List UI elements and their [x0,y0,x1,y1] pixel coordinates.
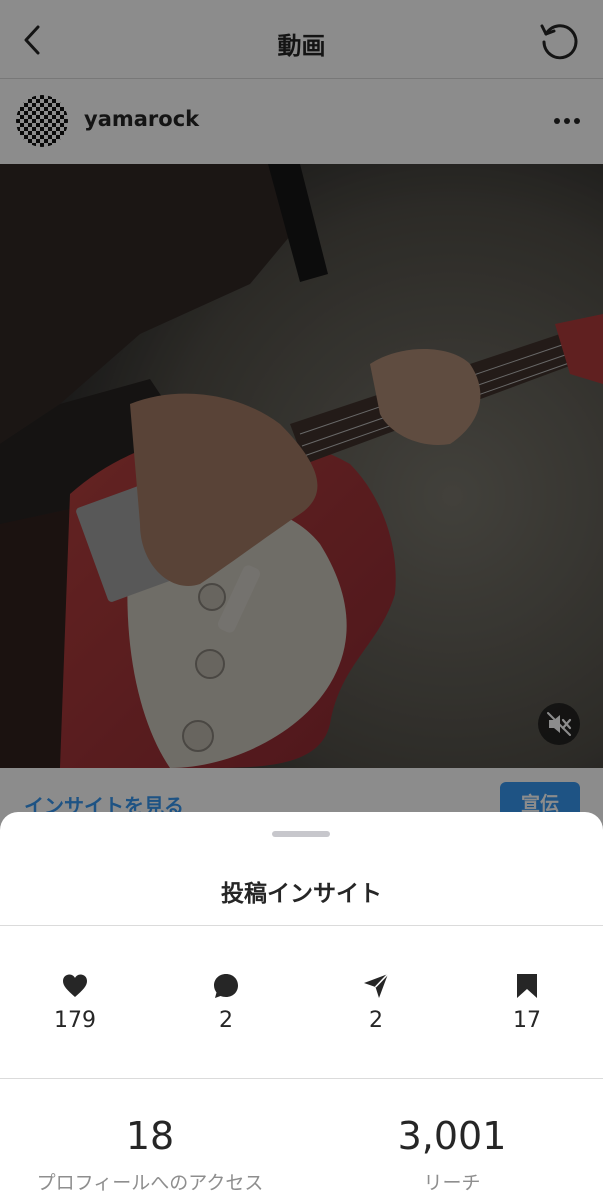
divider [0,925,603,926]
likes-count: 179 [54,1008,96,1033]
reach-value: 3,001 [397,1114,507,1158]
divider [0,1078,603,1079]
saves-count: 17 [513,1008,541,1033]
stat-comments: 2 [176,972,276,1033]
post-insights-sheet: 投稿インサイト 179 2 2 17 18 プロフィールへのアクセス 3,001… [0,812,603,1200]
sheet-title: 投稿インサイト [221,881,382,907]
bookmark-icon [517,974,537,998]
shares-count: 2 [369,1008,383,1033]
heart-icon [63,974,87,997]
reach-label: リーチ [423,1172,481,1194]
profile-visits-label: プロフィールへのアクセス [36,1172,264,1194]
paper-plane-icon [364,973,389,998]
sheet-grabber[interactable] [272,831,330,837]
stat-shares: 2 [326,972,426,1033]
stat-likes: 179 [25,972,125,1033]
stat-saves: 17 [477,972,577,1033]
metric-profile-visits: 18 プロフィールへのアクセス [0,1112,300,1195]
profile-visits-value: 18 [125,1114,175,1158]
comments-count: 2 [219,1008,233,1033]
metric-reach: 3,001 リーチ [302,1112,602,1195]
comment-bubble-icon [214,974,238,998]
